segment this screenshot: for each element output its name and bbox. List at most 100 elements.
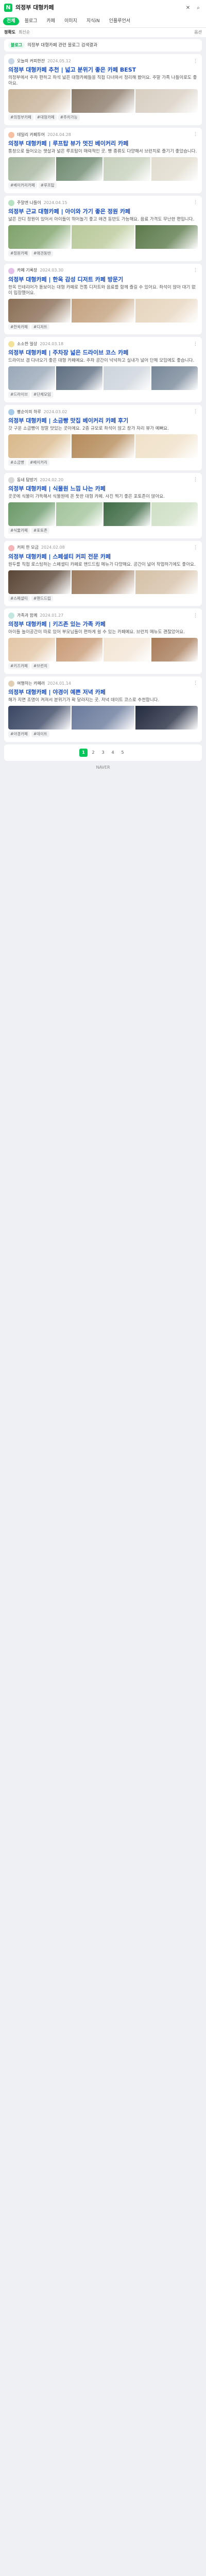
post-thumbnail[interactable]: [8, 638, 55, 662]
post-tag[interactable]: #베이커리카페: [8, 182, 37, 189]
filter-option[interactable]: 옵션: [194, 30, 202, 35]
post-thumbnail[interactable]: [8, 225, 71, 249]
page-number[interactable]: 4: [109, 749, 117, 757]
blog-card[interactable]: 오늘의 커피한잔 2024.05.12 ⋮ 의정부 대형카페 추천 | 넓고 분…: [4, 54, 202, 126]
post-tag[interactable]: #단체모임: [31, 392, 53, 398]
post-tag[interactable]: #한옥카페: [8, 324, 30, 330]
post-title[interactable]: 의정부 대형카페 | 스페셜티 커피 전문 카페: [8, 553, 198, 561]
post-thumbnail[interactable]: [151, 366, 198, 391]
blog-card[interactable]: 주말엔 나들이 2024.04.15 ⋮ 의정부 근교 대형카페 | 아이와 가…: [4, 195, 202, 261]
post-thumbnail[interactable]: [8, 502, 55, 526]
post-tag[interactable]: #브런치: [31, 663, 49, 670]
avatar[interactable]: [8, 199, 14, 206]
post-thumbnail[interactable]: [104, 366, 150, 391]
post-tag[interactable]: #애견동반: [31, 250, 53, 257]
post-tag[interactable]: #디저트: [31, 324, 49, 330]
avatar[interactable]: [8, 681, 14, 687]
post-tag[interactable]: #루프탑: [38, 182, 57, 189]
more-icon[interactable]: ⋮: [193, 342, 198, 348]
more-icon[interactable]: ⋮: [193, 132, 198, 138]
post-tag[interactable]: #의정부카페: [8, 114, 33, 121]
post-thumbnail[interactable]: [56, 638, 102, 662]
post-thumbnail[interactable]: [135, 706, 198, 730]
post-title[interactable]: 의정부 대형카페 | 주차장 넓은 드라이브 코스 카페: [8, 349, 198, 357]
post-thumbnail[interactable]: [151, 157, 198, 181]
blog-card[interactable]: 소소한 일상 2024.03.18 ⋮ 의정부 대형카페 | 주차장 넓은 드라…: [4, 337, 202, 403]
post-thumbnail[interactable]: [8, 706, 71, 730]
post-author[interactable]: 커피 한 모금: [17, 545, 39, 550]
page-number[interactable]: 2: [89, 749, 97, 757]
post-thumbnail[interactable]: [104, 638, 150, 662]
post-author[interactable]: 카페 기록장: [17, 268, 37, 273]
more-icon[interactable]: ⋮: [193, 268, 198, 274]
post-thumbnail[interactable]: [135, 89, 198, 113]
avatar[interactable]: [8, 409, 14, 416]
post-thumbnail[interactable]: [72, 434, 134, 459]
avatar[interactable]: [8, 58, 14, 65]
sort-accuracy[interactable]: 정확도: [4, 30, 15, 35]
post-thumbnail[interactable]: [8, 157, 55, 181]
search-query[interactable]: 의정부 대형카페: [15, 4, 181, 11]
post-thumbnail[interactable]: [104, 157, 150, 181]
post-tag[interactable]: #포토존: [31, 527, 49, 534]
blog-card[interactable]: 가족과 함께 2024.01.27 ⋮ 의정부 대형카페 | 키즈존 있는 가족…: [4, 608, 202, 674]
post-thumbnail[interactable]: [72, 706, 134, 730]
post-author[interactable]: 오늘의 커피한잔: [17, 59, 45, 64]
tab-kin[interactable]: 지식iN: [83, 18, 104, 26]
more-icon[interactable]: ⋮: [193, 59, 198, 65]
tab-all[interactable]: 전체: [3, 17, 19, 26]
post-title[interactable]: 의정부 대형카페 | 소금빵 맛집 베이커리 카페 후기: [8, 417, 198, 425]
naver-logo[interactable]: N: [4, 4, 12, 12]
avatar[interactable]: [8, 267, 14, 274]
close-icon[interactable]: ✕: [184, 4, 192, 11]
post-thumbnail[interactable]: [72, 225, 134, 249]
post-thumbnail[interactable]: [135, 298, 198, 323]
post-title[interactable]: 의정부 대형카페 | 야경이 예쁜 저녁 카페: [8, 689, 198, 696]
post-title[interactable]: 의정부 대형카페 | 키즈존 있는 가족 카페: [8, 621, 198, 628]
post-thumbnail[interactable]: [56, 502, 102, 526]
post-author[interactable]: 소소한 일상: [17, 342, 37, 347]
blog-card[interactable]: 카페 기록장 2024.03.30 ⋮ 의정부 대형카페 | 한옥 감성 디저트…: [4, 263, 202, 335]
post-thumbnail[interactable]: [135, 434, 198, 459]
post-author[interactable]: 빵순이의 하루: [17, 410, 41, 415]
post-title[interactable]: 의정부 대형카페 | 루프탑 뷰가 멋진 베이커리 카페: [8, 140, 198, 147]
more-icon[interactable]: ⋮: [193, 681, 198, 687]
post-tag[interactable]: #야경카페: [8, 731, 30, 737]
post-thumbnail[interactable]: [135, 225, 198, 249]
post-tag[interactable]: #정원카페: [8, 250, 30, 257]
post-tag[interactable]: #대형카페: [35, 114, 57, 121]
post-author[interactable]: 주말엔 나들이: [17, 200, 41, 206]
post-author[interactable]: 데일리 카페투어: [17, 132, 45, 138]
avatar[interactable]: [8, 132, 14, 139]
avatar[interactable]: [8, 477, 14, 483]
blog-card[interactable]: 여행하는 카페러 2024.01.14 ⋮ 의정부 대형카페 | 야경이 예쁜 …: [4, 676, 202, 742]
avatar[interactable]: [8, 545, 14, 551]
more-icon[interactable]: ⋮: [193, 545, 198, 551]
more-icon[interactable]: ⋮: [193, 200, 198, 206]
page-number[interactable]: 3: [99, 749, 107, 757]
post-thumbnail[interactable]: [8, 434, 71, 459]
post-tag[interactable]: #스페셜티: [8, 595, 30, 602]
post-tag[interactable]: #베이커리: [27, 460, 49, 466]
post-title[interactable]: 의정부 대형카페 | 식물원 느낌 나는 카페: [8, 485, 198, 493]
more-icon[interactable]: ⋮: [193, 613, 198, 619]
post-title[interactable]: 의정부 대형카페 추천 | 넓고 분위기 좋은 카페 BEST: [8, 66, 198, 74]
post-thumbnail[interactable]: [56, 157, 102, 181]
post-thumbnail[interactable]: [104, 502, 150, 526]
post-thumbnail[interactable]: [151, 638, 198, 662]
blog-card[interactable]: 커피 한 모금 2024.02.08 ⋮ 의정부 대형카페 | 스페셜티 커피 …: [4, 540, 202, 606]
post-title[interactable]: 의정부 근교 대형카페 | 아이와 가기 좋은 정원 카페: [8, 208, 198, 215]
page-number[interactable]: 1: [79, 748, 88, 757]
more-icon[interactable]: ⋮: [193, 409, 198, 415]
post-thumbnail[interactable]: [8, 366, 55, 391]
tab-influencer[interactable]: 인플루언서: [106, 18, 134, 26]
post-author[interactable]: 동네 탐방기: [17, 478, 37, 483]
tab-cafe[interactable]: 카페: [43, 18, 59, 26]
tab-blog[interactable]: 블로그: [21, 18, 41, 26]
blog-card[interactable]: 데일리 카페투어 2024.04.28 ⋮ 의정부 대형카페 | 루프탑 뷰가 …: [4, 128, 202, 193]
blog-card[interactable]: 동네 탐방기 2024.02.20 ⋮ 의정부 대형카페 | 식물원 느낌 나는…: [4, 472, 202, 538]
post-tag[interactable]: #핸드드립: [31, 595, 53, 602]
post-thumbnail[interactable]: [8, 89, 71, 113]
post-tag[interactable]: #키즈카페: [8, 663, 30, 670]
page-number[interactable]: 5: [118, 749, 127, 757]
